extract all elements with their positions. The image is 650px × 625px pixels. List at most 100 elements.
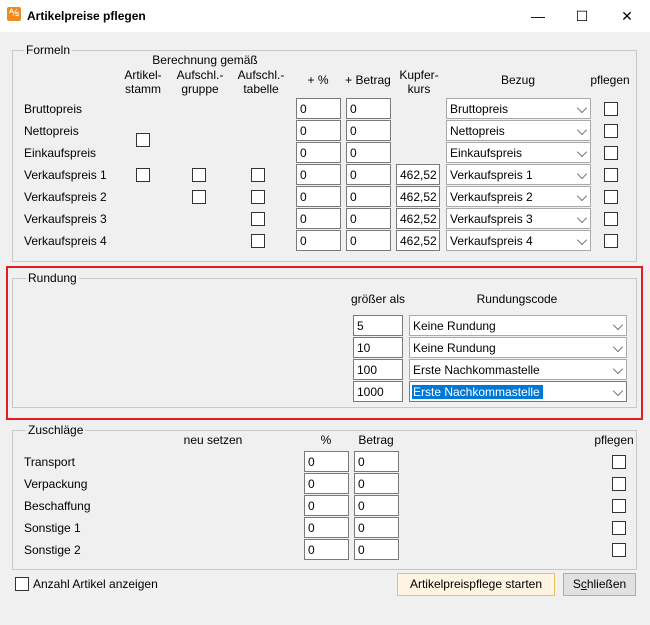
zuschlag-betrag-input-sonstige-1[interactable]: 0 [354, 517, 399, 538]
prozent-input-vk4[interactable]: 0 [296, 230, 341, 251]
chevron-down-icon [576, 168, 588, 180]
bezug-select-einkaufspreis[interactable]: Einkaufspreis [446, 142, 591, 163]
col-rundungscode-header: Rundungscode [476, 292, 558, 306]
kupfer-input-vk3[interactable]: 462,52 [396, 208, 440, 229]
prozent-input-vk3[interactable]: 0 [296, 208, 341, 229]
chevron-down-icon [612, 363, 624, 375]
kupfer-input-vk4[interactable]: 462,52 [396, 230, 440, 251]
zuschlag-prozent-input-sonstige-1[interactable]: 0 [304, 517, 349, 538]
zuschlag-pflegen-checkbox-beschaffung[interactable] [612, 499, 626, 513]
col-zuschlag-betrag-header: Betrag [358, 433, 394, 447]
zuschlag-betrag-input-transport[interactable]: 0 [354, 451, 399, 472]
row-label-verkaufspreis-2: Verkaufspreis 2 [24, 190, 107, 204]
pflegen-checkbox-vk4[interactable] [604, 234, 618, 248]
zuschlag-prozent-input-beschaffung[interactable]: 0 [304, 495, 349, 516]
start-button[interactable]: Artikelpreispflege starten [397, 573, 555, 596]
pflegen-checkbox-nettopreis[interactable] [604, 124, 618, 138]
aufschl-tabelle-checkbox-vk4[interactable] [251, 234, 265, 248]
rundung-value-input-4[interactable]: 1000 [353, 381, 403, 402]
rundungscode-select-3[interactable]: Erste Nachkommastelle [409, 359, 627, 380]
zuschlag-pflegen-checkbox-sonstige-1[interactable] [612, 521, 626, 535]
betrag-input-vk2[interactable]: 0 [346, 186, 391, 207]
pflegen-checkbox-vk1[interactable] [604, 168, 618, 182]
rundungscode-select-2[interactable]: Keine Rundung [409, 337, 627, 358]
window-title: Artikelpreise pflegen [27, 9, 146, 23]
chevron-down-icon [612, 319, 624, 331]
artikelstamm-checkbox-vk1[interactable] [136, 168, 150, 182]
zuschlag-prozent-input-transport[interactable]: 0 [304, 451, 349, 472]
row-label-verkaufspreis-1: Verkaufspreis 1 [24, 168, 107, 182]
rundung-value-input-1[interactable]: 5 [353, 315, 403, 336]
app-icon: ⅍ [7, 7, 21, 21]
bezug-select-vk1[interactable]: Verkaufspreis 1 [446, 164, 591, 185]
pflegen-checkbox-vk3[interactable] [604, 212, 618, 226]
zuschlag-label-sonstige-2: Sonstige 2 [24, 543, 81, 557]
aufschl-gruppe-checkbox-vk1[interactable] [192, 168, 206, 182]
zuschlag-pflegen-checkbox-verpackung[interactable] [612, 477, 626, 491]
row-label-einkaufspreis: Einkaufspreis [24, 146, 97, 160]
col-aufschl-gruppe-header: Aufschl.- gruppe [176, 68, 224, 96]
row-label-verkaufspreis-3: Verkaufspreis 3 [24, 212, 107, 226]
bezug-select-vk3[interactable]: Verkaufspreis 3 [446, 208, 591, 229]
zuschlag-pflegen-checkbox-transport[interactable] [612, 455, 626, 469]
aufschl-tabelle-checkbox-vk2[interactable] [251, 190, 265, 204]
bezug-select-bruttopreis[interactable]: Bruttopreis [446, 98, 591, 119]
bezug-select-vk4[interactable]: Verkaufspreis 4 [446, 230, 591, 251]
rundung-value-input-2[interactable]: 10 [353, 337, 403, 358]
zuschlag-betrag-input-beschaffung[interactable]: 0 [354, 495, 399, 516]
close-window-button[interactable]: ✕ [607, 0, 647, 32]
zuschlaege-label: Zuschläge [26, 423, 86, 437]
zuschlag-label-transport: Transport [24, 455, 75, 469]
row-label-nettopreis: Nettopreis [24, 124, 79, 138]
schliessen-button[interactable]: Schließen [563, 573, 636, 596]
pflegen-checkbox-bruttopreis[interactable] [604, 102, 618, 116]
prozent-input-einkaufspreis[interactable]: 0 [296, 142, 341, 163]
chevron-down-icon [576, 124, 588, 136]
anzahl-artikel-checkbox[interactable] [15, 577, 29, 591]
col-prozent-header: + % [307, 73, 329, 87]
aufschl-tabelle-checkbox-vk1[interactable] [251, 168, 265, 182]
zuschlag-prozent-input-sonstige-2[interactable]: 0 [304, 539, 349, 560]
pflegen-checkbox-vk2[interactable] [604, 190, 618, 204]
bezug-select-vk2[interactable]: Verkaufspreis 2 [446, 186, 591, 207]
aufschl-tabelle-checkbox-vk3[interactable] [251, 212, 265, 226]
chevron-down-icon [576, 146, 588, 158]
prozent-input-vk1[interactable]: 0 [296, 164, 341, 185]
chevron-down-icon [576, 190, 588, 202]
rundungscode-select-4[interactable]: Erste Nachkommastelle [409, 381, 627, 402]
prozent-input-bruttopreis[interactable]: 0 [296, 98, 341, 119]
chevron-down-icon [576, 234, 588, 246]
zuschlag-label-verpackung: Verpackung [24, 477, 88, 491]
zuschlag-betrag-input-sonstige-2[interactable]: 0 [354, 539, 399, 560]
betrag-input-bruttopreis[interactable]: 0 [346, 98, 391, 119]
kupfer-input-vk2[interactable]: 462,52 [396, 186, 440, 207]
minimize-button[interactable]: — [518, 0, 558, 32]
col-groesser-als-header: größer als [350, 292, 406, 306]
artikelstamm-checkbox-nettopreis[interactable] [136, 133, 150, 147]
prozent-input-nettopreis[interactable]: 0 [296, 120, 341, 141]
zuschlag-pflegen-checkbox-sonstige-2[interactable] [612, 543, 626, 557]
chevron-down-icon [612, 341, 624, 353]
aufschl-gruppe-checkbox-vk2[interactable] [192, 190, 206, 204]
zuschlag-betrag-input-verpackung[interactable]: 0 [354, 473, 399, 494]
col-pflegen-header: pflegen [590, 73, 630, 87]
betrag-input-vk1[interactable]: 0 [346, 164, 391, 185]
betrag-input-vk4[interactable]: 0 [346, 230, 391, 251]
col-neu-setzen-header: neu setzen [183, 433, 243, 447]
kupfer-input-vk1[interactable]: 462,52 [396, 164, 440, 185]
prozent-input-vk2[interactable]: 0 [296, 186, 341, 207]
rundungscode-select-1[interactable]: Keine Rundung [409, 315, 627, 336]
betrag-input-einkaufspreis[interactable]: 0 [346, 142, 391, 163]
rundung-label: Rundung [26, 271, 79, 285]
row-label-bruttopreis: Bruttopreis [24, 102, 83, 116]
bezug-select-nettopreis[interactable]: Nettopreis [446, 120, 591, 141]
zuschlag-label-sonstige-1: Sonstige 1 [24, 521, 81, 535]
zuschlag-label-beschaffung: Beschaffung [24, 499, 91, 513]
betrag-input-vk3[interactable]: 0 [346, 208, 391, 229]
col-aufschl-tabelle-header: Aufschl.- tabelle [237, 68, 285, 96]
pflegen-checkbox-einkaufspreis[interactable] [604, 146, 618, 160]
rundung-value-input-3[interactable]: 100 [353, 359, 403, 380]
maximize-button[interactable]: ☐ [562, 0, 602, 32]
betrag-input-nettopreis[interactable]: 0 [346, 120, 391, 141]
zuschlag-prozent-input-verpackung[interactable]: 0 [304, 473, 349, 494]
